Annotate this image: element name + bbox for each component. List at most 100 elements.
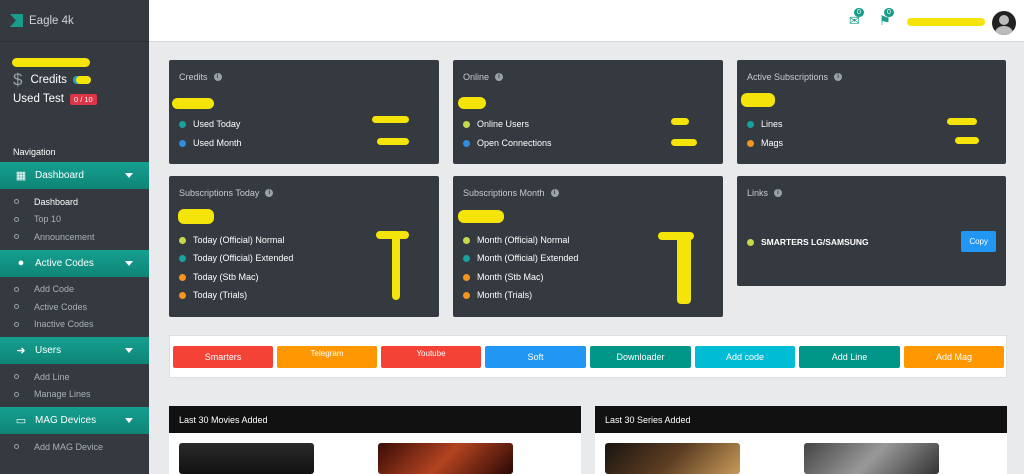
tablet-icon: ▭	[15, 415, 27, 427]
circle-icon	[14, 444, 19, 450]
nav-item-manage-lines[interactable]: Manage Lines	[0, 386, 149, 404]
nav-item-label: Add Line	[34, 371, 70, 382]
copy-button[interactable]: Copy	[961, 231, 996, 252]
redacted-value	[458, 210, 504, 223]
legend-label: Month (Official) Normal	[477, 235, 570, 245]
nav-item-label: Active Codes	[34, 301, 88, 312]
nav-section-users[interactable]: ➜ Users	[0, 337, 149, 364]
panel-last-movies: Last 30 Movies Added	[169, 406, 581, 474]
orange-dot-icon	[747, 139, 754, 147]
redacted-value	[671, 118, 689, 125]
sitemap-icon: ▦	[15, 170, 27, 182]
caret-down-icon	[125, 173, 133, 178]
legend-label: Used Month	[193, 138, 242, 148]
nav-section-mag-devices[interactable]: ▭ MAG Devices	[0, 407, 149, 434]
movie-poster[interactable]	[179, 443, 314, 474]
add-code-button[interactable]: Add code	[695, 346, 795, 368]
bell-badge: 0	[884, 8, 894, 17]
card-links: Links i SMARTERS LG/SAMSUNG Copy	[737, 176, 1006, 286]
nav-item-add-mag-device[interactable]: Add MAG Device	[0, 438, 149, 456]
smarters-button[interactable]: Smarters	[173, 346, 273, 368]
card-title: Subscriptions Month	[463, 188, 545, 198]
series-poster[interactable]	[605, 443, 740, 474]
nav-section-dashboard[interactable]: ▦ Dashboard	[0, 162, 149, 189]
panel-last-series: Last 30 Series Added	[595, 406, 1007, 474]
redacted-username	[12, 58, 90, 67]
orange-dot-icon	[179, 273, 186, 281]
movie-poster[interactable]	[378, 443, 513, 474]
redacted-value	[955, 137, 979, 144]
legend-label: Month (Stb Mac)	[477, 272, 544, 282]
lime-dot-icon	[463, 120, 470, 128]
used-test-badge: 0 / 10	[69, 93, 97, 105]
blue-dot-icon	[179, 139, 186, 147]
teal-dot-icon	[179, 254, 186, 262]
downloader-button[interactable]: Downloader	[590, 346, 691, 368]
legend-label: Month (Trials)	[477, 290, 533, 300]
redacted-username	[907, 18, 985, 26]
telegram-button[interactable]: Telegram	[277, 346, 377, 368]
legend-label: Month (Official) Extended	[477, 253, 579, 263]
nav-item-add-line[interactable]: Add Line	[0, 368, 149, 386]
link-label: SMARTERS LG/SAMSUNG	[761, 237, 869, 247]
circle-icon	[14, 199, 19, 205]
info-icon[interactable]: i	[495, 73, 504, 81]
card-subscriptions-today: Subscriptions Today i Today (Official) No…	[169, 176, 439, 317]
nav-section-active-codes[interactable]: ● Active Codes	[0, 249, 149, 277]
circle-icon	[14, 391, 19, 397]
used-test-label: Used Test	[13, 93, 64, 105]
card-title: Active Subscriptions	[747, 72, 829, 82]
caret-down-icon	[125, 348, 133, 353]
info-icon[interactable]: i	[550, 189, 559, 197]
redacted-value	[392, 234, 400, 300]
blue-dot-icon	[463, 139, 470, 147]
info-icon[interactable]: i	[213, 73, 222, 81]
circle-icon	[14, 374, 19, 380]
add-mag-button[interactable]: Add Mag	[904, 346, 1004, 368]
redacted-value	[377, 138, 409, 145]
info-icon[interactable]: i	[265, 189, 274, 197]
nav-item-inactive-codes[interactable]: Inactive Codes	[0, 316, 149, 334]
teal-dot-icon	[179, 120, 186, 128]
nav-item-add-code[interactable]: Add Code	[0, 281, 149, 299]
legend-label: Lines	[761, 119, 783, 129]
info-icon[interactable]: i	[774, 189, 783, 197]
quick-actions-bar: Smarters Telegram Youtube Soft Downloade…	[169, 335, 1007, 378]
nav-item-label: Announcement	[34, 231, 95, 242]
teal-dot-icon	[463, 254, 470, 262]
youtube-button[interactable]: Youtube	[381, 346, 481, 368]
redacted-value	[677, 236, 691, 304]
card-online: Online i Online Users Open Connections	[453, 60, 723, 164]
caret-down-icon	[125, 260, 133, 266]
nav-section-label: Active Codes	[35, 257, 94, 269]
nav-item-top-10[interactable]: Top 10	[0, 211, 149, 229]
card-credits: Credits i Used Today Used Month	[169, 60, 439, 164]
topbar: ✉ 0 ⚑ 0	[149, 0, 1024, 42]
caret-down-icon	[125, 418, 133, 423]
circle-icon	[14, 286, 19, 292]
series-poster[interactable]	[804, 443, 939, 474]
teal-dot-icon	[747, 120, 754, 128]
orange-dot-icon	[179, 291, 186, 299]
orange-dot-icon	[463, 291, 470, 299]
dollar-icon: $	[13, 70, 23, 89]
legend-label: Online Users	[477, 119, 530, 129]
legend-label: Used Today	[193, 119, 241, 129]
nav-item-dashboard[interactable]: Dashboard	[0, 193, 149, 211]
info-icon[interactable]: i	[834, 73, 843, 81]
circle-icon	[14, 216, 19, 222]
card-subscriptions-month: Subscriptions Month i Month (Official) No…	[453, 176, 723, 317]
soft-button[interactable]: Soft	[485, 346, 586, 368]
user-block: $ Credits Used Test 0 / 10	[0, 42, 149, 142]
brand[interactable]: Eagle 4k	[0, 0, 149, 42]
brand-name: Eagle 4k	[29, 14, 74, 27]
avatar[interactable]	[992, 11, 1016, 35]
legend-label: Mags	[761, 138, 784, 148]
card-title: Links	[747, 188, 769, 198]
add-line-button[interactable]: Add Line	[799, 346, 900, 368]
nav-item-active-codes[interactable]: Active Codes	[0, 298, 149, 316]
eagle-logo-icon	[10, 14, 23, 27]
redacted-value	[172, 98, 214, 109]
redacted-value	[741, 93, 775, 107]
nav-item-announcement[interactable]: Announcement	[0, 228, 149, 246]
